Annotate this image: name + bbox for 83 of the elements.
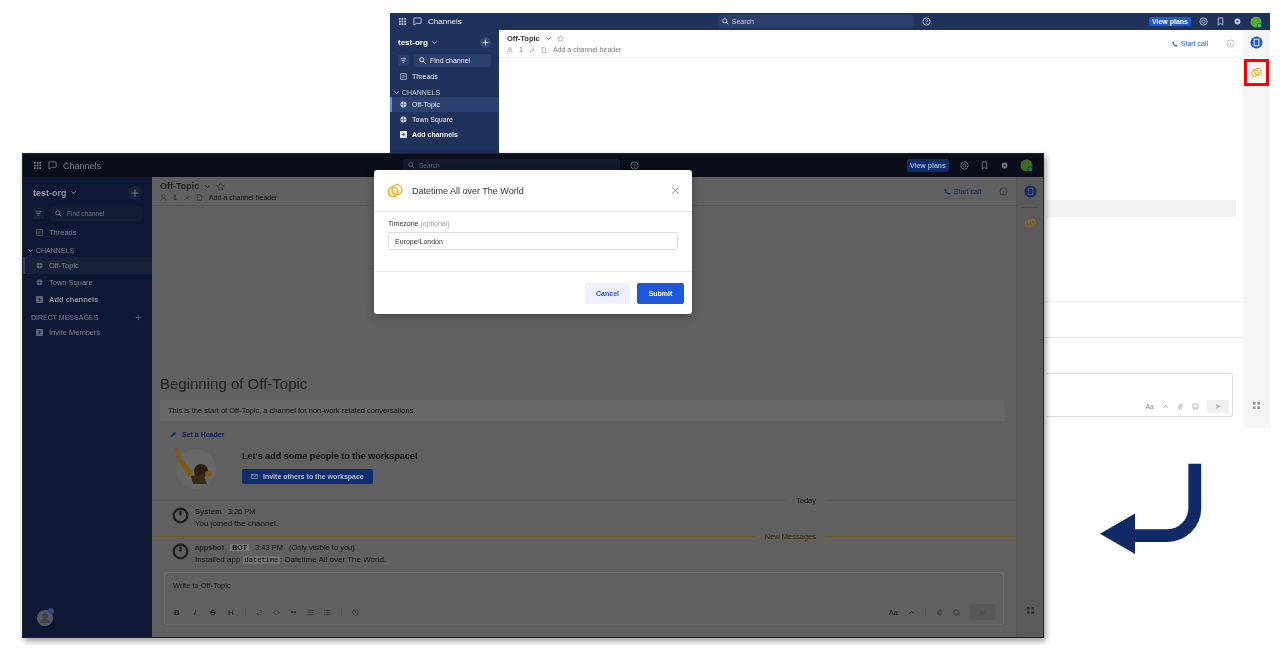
send-icon <box>1214 403 1222 410</box>
plus-square-icon <box>36 329 43 336</box>
team-name[interactable]: test-org <box>398 38 428 47</box>
search-icon <box>408 162 416 169</box>
member-icon[interactable] <box>507 46 513 53</box>
threads-icon <box>400 73 407 80</box>
phone-icon <box>1171 40 1178 47</box>
plus-square-icon <box>36 296 43 303</box>
format-tool[interactable]: I <box>191 607 199 617</box>
rings-icon[interactable] <box>1250 66 1263 79</box>
star-icon[interactable] <box>556 35 564 42</box>
grid-icon[interactable] <box>398 17 407 26</box>
rings-icon[interactable] <box>1023 217 1037 230</box>
bookmark-icon[interactable] <box>980 161 989 170</box>
filter-icon[interactable] <box>398 54 409 66</box>
attachment-icon[interactable] <box>1177 403 1184 410</box>
help-icon[interactable] <box>630 161 640 170</box>
chevron-down-icon[interactable] <box>393 89 400 96</box>
globe-icon <box>400 116 407 123</box>
chevron-up-icon[interactable] <box>1162 403 1169 410</box>
bot-avatar-icon <box>172 543 189 560</box>
format-tool[interactable]: H <box>227 607 235 617</box>
invite-prompt: Let's add some people to the workspace! <box>242 450 418 461</box>
attachment-icon[interactable] <box>936 608 943 616</box>
plus-icon[interactable] <box>480 37 491 48</box>
close-icon[interactable] <box>671 186 680 195</box>
settings-icon[interactable] <box>1000 161 1009 170</box>
clipboard-icon[interactable] <box>1250 36 1263 49</box>
link-icon[interactable] <box>256 608 263 616</box>
globe-icon <box>36 279 43 286</box>
user-avatar-icon[interactable] <box>35 607 55 627</box>
product-title: Channels <box>428 17 462 26</box>
filter-icon[interactable] <box>33 208 44 219</box>
chevron-up-icon[interactable] <box>908 608 915 616</box>
file-icon[interactable] <box>540 46 547 53</box>
phone-icon <box>943 187 951 195</box>
chevron-down-icon[interactable] <box>544 35 552 42</box>
send-button[interactable] <box>1207 400 1229 413</box>
quote-icon[interactable] <box>290 608 297 616</box>
chat-icon <box>48 161 57 170</box>
pencil-icon <box>170 431 177 438</box>
search-icon <box>721 18 729 25</box>
intro-title: Beginning of Off-Topic <box>160 375 309 392</box>
file-icon[interactable] <box>195 194 203 201</box>
code-icon[interactable] <box>273 608 280 616</box>
grid-icon[interactable] <box>33 161 42 170</box>
chevron-down-icon[interactable] <box>69 189 77 196</box>
format-tool[interactable]: S <box>209 607 217 617</box>
search-icon <box>55 210 62 217</box>
info-icon[interactable] <box>352 608 359 616</box>
dialog-title: Datetime All over The World <box>412 185 524 196</box>
search-icon <box>419 56 426 64</box>
channel-name[interactable]: Off-Topic <box>160 181 200 191</box>
threads-icon <box>36 229 43 236</box>
pin-icon[interactable] <box>528 46 535 53</box>
clipboard-icon[interactable] <box>1023 185 1037 198</box>
bot-avatar-icon <box>172 507 189 524</box>
numbered-list-icon[interactable] <box>324 608 331 616</box>
pin-icon[interactable] <box>182 194 190 201</box>
settings-icon[interactable] <box>1233 17 1242 26</box>
emoji-icon[interactable] <box>1192 403 1199 410</box>
apps-icon[interactable] <box>1252 401 1261 410</box>
message-text: You joined the channel. <box>195 519 278 528</box>
avatar-icon[interactable] <box>1250 15 1262 28</box>
member-icon[interactable] <box>160 194 167 201</box>
mail-icon <box>251 472 258 480</box>
rings-icon <box>386 181 404 200</box>
star-icon[interactable] <box>216 181 226 191</box>
team-name[interactable]: test-org <box>33 187 67 198</box>
chevron-down-icon[interactable] <box>27 246 34 254</box>
plus-square-icon <box>400 131 407 138</box>
info-icon[interactable] <box>1226 39 1235 48</box>
avatar-icon[interactable] <box>1020 159 1033 172</box>
format-tool[interactable]: B <box>173 607 181 617</box>
globe-icon <box>400 101 407 108</box>
apps-icon[interactable] <box>1025 606 1035 615</box>
info-icon[interactable] <box>999 186 1008 196</box>
bullet-list-icon[interactable] <box>307 608 314 616</box>
product-title: Channels <box>63 160 102 171</box>
globe-icon <box>36 262 43 269</box>
chat-icon <box>413 17 422 26</box>
emoji-icon[interactable] <box>953 608 960 616</box>
mention-icon[interactable] <box>960 161 969 170</box>
